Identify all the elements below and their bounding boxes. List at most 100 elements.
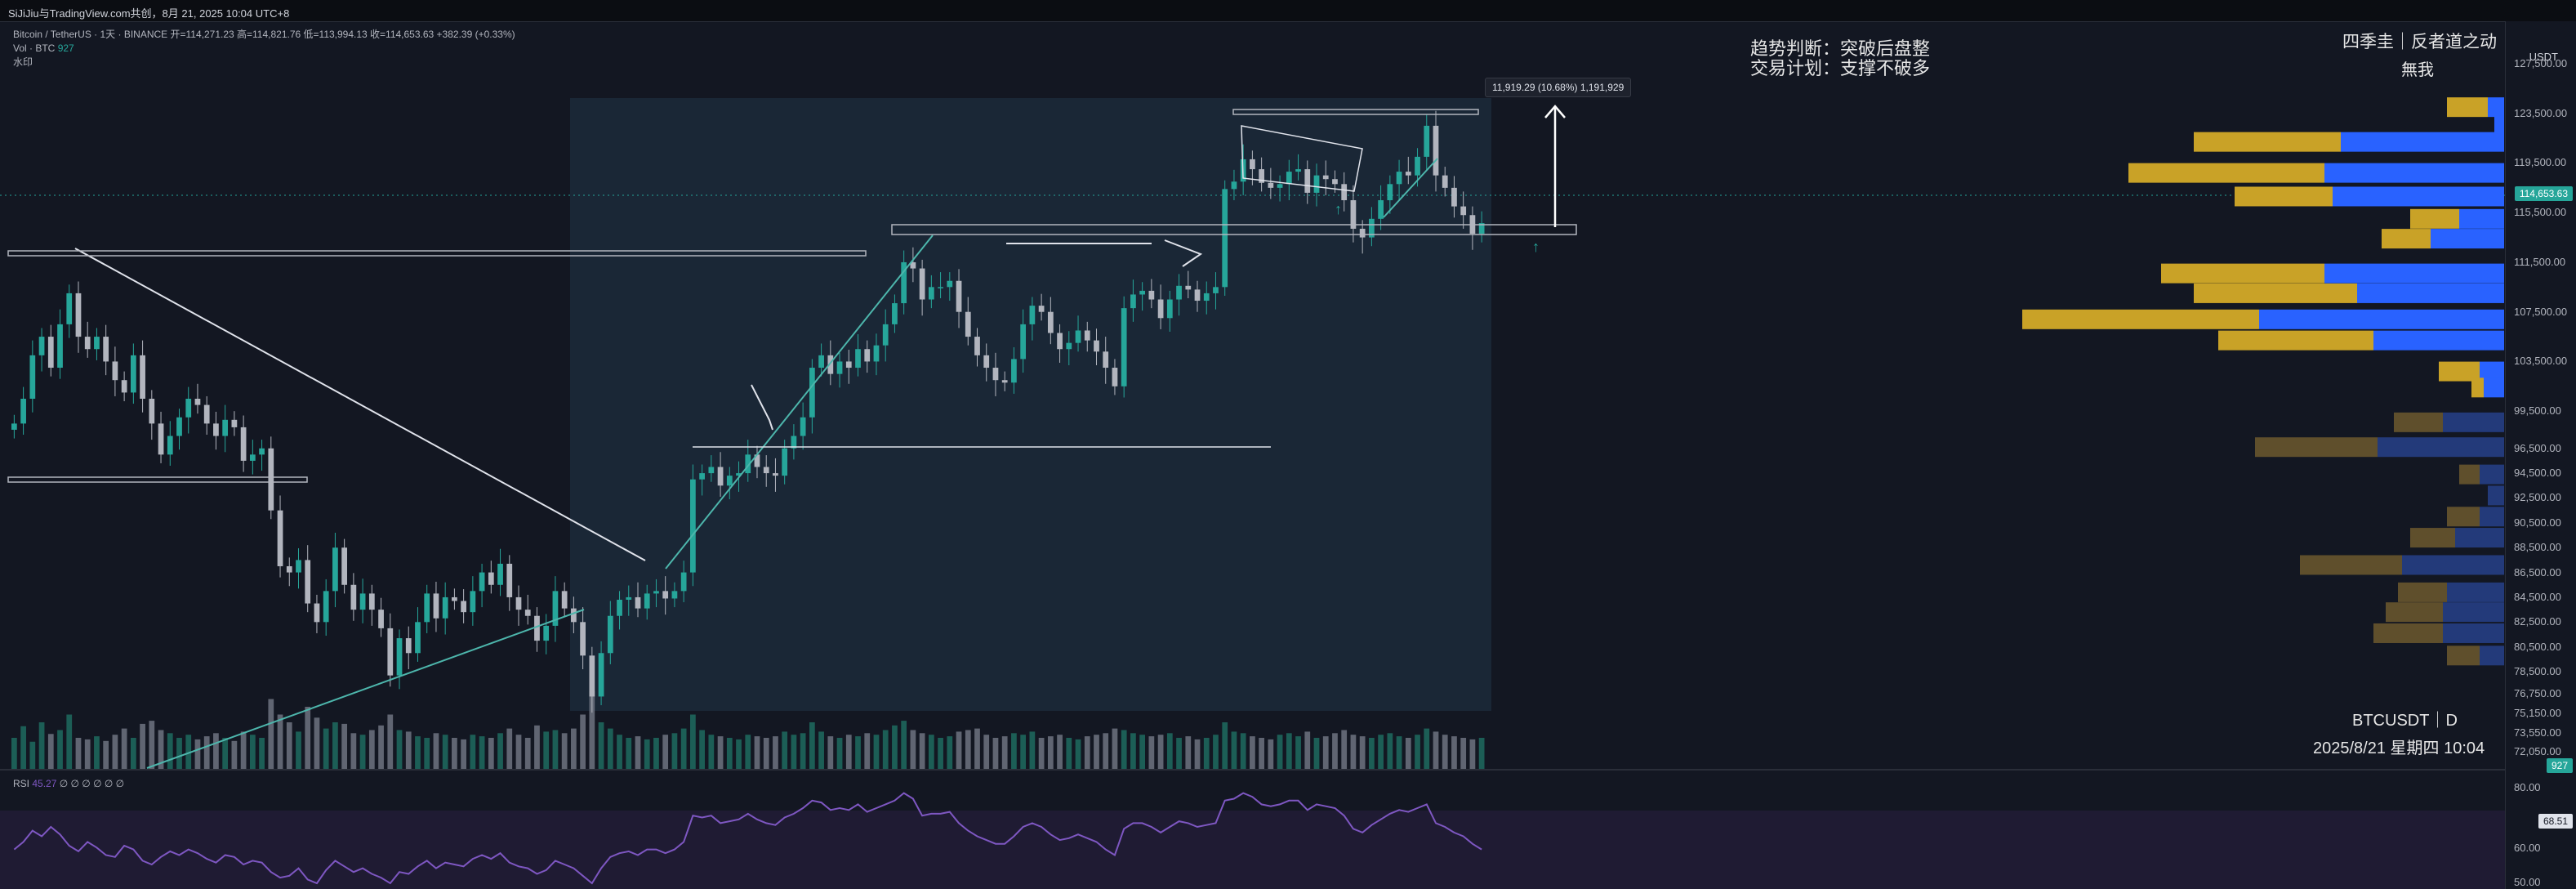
candle xyxy=(222,404,229,453)
candle xyxy=(341,538,348,594)
candle xyxy=(690,464,696,587)
candle xyxy=(158,411,164,463)
volume-bar xyxy=(1121,730,1127,769)
rsi-legend[interactable]: RSI 45.27 ∅ ∅ ∅ ∅ ∅ ∅ xyxy=(13,778,124,789)
candle xyxy=(442,582,448,635)
watermark-credit: SiJiJiu与TradingView.com共创，8月 21, 2025 10… xyxy=(8,7,290,20)
candle xyxy=(524,594,531,625)
price-tick: 75,150.00 xyxy=(2514,706,2561,719)
volume-bar xyxy=(543,731,550,769)
volume-bar xyxy=(47,734,54,769)
price-tick: 111,500.00 xyxy=(2514,255,2566,268)
candle xyxy=(149,390,155,440)
volume-bar xyxy=(938,738,943,769)
price-tick: 99,500.00 xyxy=(2514,404,2561,418)
volume-bar xyxy=(717,736,724,769)
symbol-label: BTCUSDT｜D xyxy=(2352,712,2458,730)
vp-sell-bar xyxy=(2022,309,2259,329)
volume-bar xyxy=(1203,738,1210,769)
candle xyxy=(249,440,256,475)
candle xyxy=(515,585,522,626)
volume-bar xyxy=(11,738,17,769)
price-tick: 80,500.00 xyxy=(2514,640,2561,653)
volume-bar xyxy=(1460,738,1467,769)
candle xyxy=(405,626,412,670)
candle xyxy=(268,436,274,520)
volume-bar xyxy=(1469,739,1476,769)
volume-bar xyxy=(1112,728,1118,769)
volume-bar xyxy=(552,730,559,769)
candle xyxy=(103,324,109,376)
price-tick: 92,500.00 xyxy=(2514,491,2561,504)
volume-bar xyxy=(754,736,760,769)
volume-bar xyxy=(1332,733,1338,769)
volume-bar xyxy=(1433,731,1439,769)
volume-bar xyxy=(644,739,650,769)
datetime-label: 2025/8/21 星期四 10:04 xyxy=(2313,739,2485,757)
candle xyxy=(121,371,127,402)
volume-bar xyxy=(149,721,155,769)
volume-bar xyxy=(1194,739,1201,769)
volume-bar xyxy=(1130,733,1136,769)
candle xyxy=(213,411,219,450)
volume-bar xyxy=(1451,736,1457,769)
volume-bar xyxy=(176,738,182,769)
volume-bar xyxy=(992,738,999,769)
volume-bar xyxy=(864,733,871,769)
candle xyxy=(296,547,301,589)
volume-bar xyxy=(314,717,320,769)
vp-sell-bar xyxy=(2394,412,2443,432)
volume-bar xyxy=(928,735,934,769)
last-price-tag: 114,653.63 xyxy=(2514,186,2573,201)
volume-bar xyxy=(121,728,127,769)
volume-bar xyxy=(57,730,63,769)
volume-bar xyxy=(818,731,824,769)
volume-bar xyxy=(140,723,145,769)
candle xyxy=(314,594,320,633)
volume-bar xyxy=(974,728,980,769)
volume-bar xyxy=(1322,736,1329,769)
volume-bar xyxy=(29,741,36,769)
vp-buy-bar xyxy=(2443,623,2504,643)
candle xyxy=(359,579,366,623)
candle xyxy=(424,584,430,633)
volume-bar xyxy=(94,736,100,769)
vp-sell-bar xyxy=(2410,528,2455,548)
candle xyxy=(350,573,357,621)
volume-bar xyxy=(965,730,971,769)
volume-bar xyxy=(405,731,412,769)
candle xyxy=(561,582,568,618)
volume-bar xyxy=(506,728,513,769)
candle xyxy=(534,607,540,652)
candle xyxy=(433,581,439,632)
rsi-value: 45.27 xyxy=(32,778,57,789)
volume-bar xyxy=(1103,733,1109,769)
volume-bar xyxy=(809,722,815,769)
vp-buy-bar xyxy=(2459,208,2504,229)
vp-sell-bar xyxy=(2382,229,2431,249)
volume-bar xyxy=(1442,735,1448,769)
candle xyxy=(378,597,384,637)
candle xyxy=(332,532,338,608)
volume-bar xyxy=(1139,735,1146,769)
vp-buy-bar xyxy=(2488,485,2504,506)
price-chart[interactable]: ↑ ↑ xyxy=(0,21,2506,889)
volume-bar xyxy=(213,733,219,769)
candle xyxy=(479,563,485,608)
candle xyxy=(396,629,403,690)
volume-bar xyxy=(66,714,73,769)
volume-bar xyxy=(424,738,430,769)
candle xyxy=(38,328,45,372)
volume-bar xyxy=(1387,733,1393,769)
candle xyxy=(176,409,182,450)
volume-bar xyxy=(1213,735,1219,769)
candle xyxy=(259,440,265,471)
volume-bar xyxy=(653,738,659,769)
brand-line-1: 四季圭｜反者道之动 xyxy=(2342,33,2497,51)
volume-bar xyxy=(1378,735,1384,769)
candle xyxy=(1121,296,1127,398)
volume-bar xyxy=(167,733,173,769)
volume-bar xyxy=(662,735,669,769)
volume-bar xyxy=(1250,736,1255,769)
candle xyxy=(75,281,82,353)
